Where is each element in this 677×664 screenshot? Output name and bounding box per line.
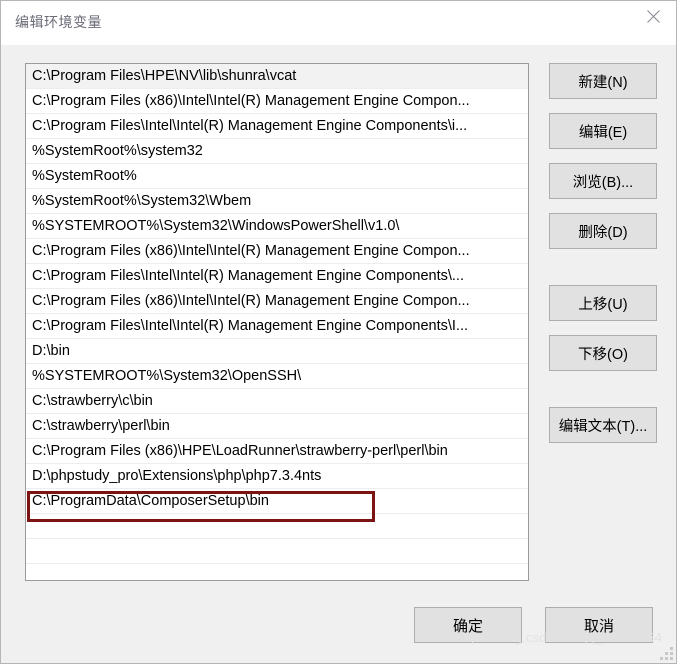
browse-button[interactable]: 浏览(B)... xyxy=(549,163,657,199)
list-item-annotated[interactable]: D:\phpstudy_pro\Extensions\php\php7.3.4n… xyxy=(26,464,528,489)
list-item[interactable]: C:\Program Files (x86)\HPE\LoadRunner\st… xyxy=(26,439,528,464)
move-up-button[interactable]: 上移(U) xyxy=(549,285,657,321)
move-down-button[interactable]: 下移(O) xyxy=(549,335,657,371)
list-item[interactable]: C:\Program Files\HPE\NV\lib\shunra\vcat xyxy=(26,64,528,89)
list-item[interactable]: %SystemRoot% xyxy=(26,164,528,189)
list-item[interactable]: C:\Program Files (x86)\Intel\Intel(R) Ma… xyxy=(26,89,528,114)
list-item[interactable]: C:\ProgramData\ComposerSetup\bin xyxy=(26,489,528,514)
close-button[interactable] xyxy=(631,1,676,32)
close-icon xyxy=(647,10,660,23)
edit-text-button[interactable]: 编辑文本(T)... xyxy=(549,407,657,443)
path-listbox[interactable]: C:\Program Files\HPE\NV\lib\shunra\vcat … xyxy=(25,63,529,581)
watermark-text: https://blog.csdn.net/qq_45844654 xyxy=(455,630,662,645)
list-item[interactable]: C:\Program Files\Intel\Intel(R) Manageme… xyxy=(26,314,528,339)
side-button-group: 新建(N) 编辑(E) 浏览(B)... 删除(D) 上移(U) 下移(O) 编… xyxy=(549,63,657,443)
list-item-empty[interactable] xyxy=(26,514,528,539)
list-item[interactable]: D:\bin xyxy=(26,339,528,364)
title-bar: 编辑环境变量 xyxy=(1,1,676,45)
list-item[interactable]: %SystemRoot%\system32 xyxy=(26,139,528,164)
list-item[interactable]: C:\Program Files\Intel\Intel(R) Manageme… xyxy=(26,264,528,289)
list-item[interactable]: %SystemRoot%\System32\Wbem xyxy=(26,189,528,214)
list-item[interactable]: %SYSTEMROOT%\System32\WindowsPowerShell\… xyxy=(26,214,528,239)
list-item[interactable]: C:\strawberry\c\bin xyxy=(26,389,528,414)
list-item[interactable]: C:\Program Files (x86)\Intel\Intel(R) Ma… xyxy=(26,239,528,264)
new-button[interactable]: 新建(N) xyxy=(549,63,657,99)
edit-button[interactable]: 编辑(E) xyxy=(549,113,657,149)
list-item[interactable]: C:\Program Files (x86)\Intel\Intel(R) Ma… xyxy=(26,289,528,314)
list-item[interactable]: %SYSTEMROOT%\System32\OpenSSH\ xyxy=(26,364,528,389)
list-item-empty[interactable] xyxy=(26,564,528,580)
list-item[interactable]: C:\strawberry\perl\bin xyxy=(26,414,528,439)
list-item-empty[interactable] xyxy=(26,539,528,564)
list-item[interactable]: C:\Program Files\Intel\Intel(R) Manageme… xyxy=(26,114,528,139)
edit-environment-variable-dialog: 编辑环境变量 C:\Program Files\HPE\NV\lib\shunr… xyxy=(0,0,677,664)
page-title: 编辑环境变量 xyxy=(15,14,102,30)
delete-button[interactable]: 删除(D) xyxy=(549,213,657,249)
dialog-body: C:\Program Files\HPE\NV\lib\shunra\vcat … xyxy=(1,45,676,663)
resize-grip[interactable] xyxy=(660,647,673,660)
